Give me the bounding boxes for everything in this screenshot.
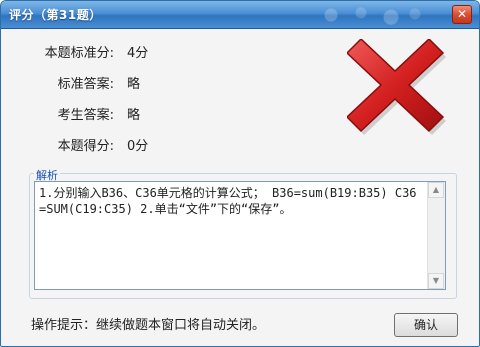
standard-answer-row: 标准答案: <box>1 73 114 92</box>
standard-answer-label: 标准答案: <box>57 77 114 92</box>
title-bar[interactable]: 评分（第31题） ✕ <box>1 1 479 29</box>
scroll-down-button[interactable]: ▼ <box>428 273 444 289</box>
score-dialog: 评分（第31题） ✕ 本题标准分: 4分 标准答案: 略 考生答案: 略 本题得… <box>0 0 480 347</box>
standard-score-value: 4分 <box>127 46 149 61</box>
standard-score-label: 本题标准分: <box>44 46 114 61</box>
student-answer-row: 考生答案: <box>1 104 114 123</box>
analysis-scrollbar[interactable]: ▲ ▼ <box>427 182 445 289</box>
student-answer-label: 考生答案: <box>57 108 114 123</box>
student-answer-value: 略 <box>127 108 141 123</box>
analysis-text: 1.分别输入B36、C36单元格的计算公式； B36=sum(B19:B35) … <box>39 186 417 216</box>
confirm-button[interactable]: 确认 <box>394 313 458 337</box>
close-button[interactable]: ✕ <box>452 5 472 24</box>
standard-answer-value: 略 <box>127 77 141 92</box>
operation-hint: 操作提示：继续做题本窗口将自动关闭。 <box>31 318 266 333</box>
titlebar-cloud-decoration <box>307 4 427 26</box>
window-title: 评分（第31题） <box>9 8 102 22</box>
earned-score-label: 本题得分: <box>57 139 114 154</box>
red-x-icon <box>347 39 446 135</box>
scroll-up-button[interactable]: ▲ <box>428 182 444 198</box>
analysis-textarea[interactable]: 1.分别输入B36、C36单元格的计算公式； B36=sum(B19:B35) … <box>34 181 446 290</box>
earned-score-value: 0分 <box>127 139 149 154</box>
standard-score-row: 本题标准分: <box>1 42 114 61</box>
earned-score-row: 本题得分: <box>1 135 114 154</box>
